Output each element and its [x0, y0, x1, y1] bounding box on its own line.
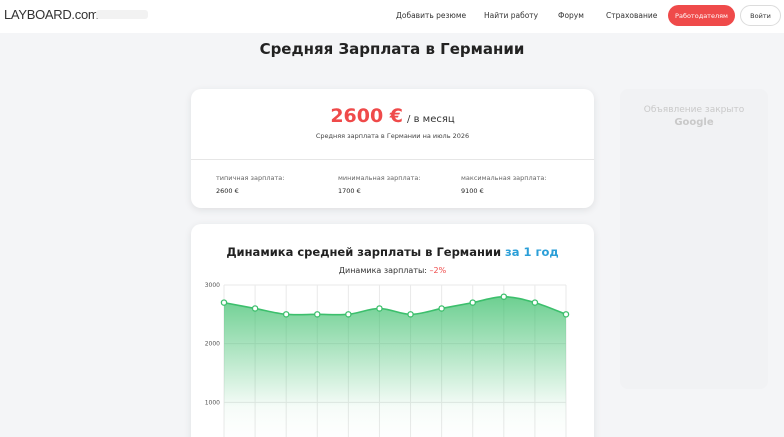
stat-maximum: максимальная зарплата: 9100 €: [461, 174, 547, 195]
data-point[interactable]: [220, 299, 228, 306]
site-header: LAYBOARD.com Добавить резюме Найти работ…: [0, 0, 784, 33]
stat-minimum: минимальная зарплата: 1700 €: [338, 174, 421, 195]
y-tick-label: 1000: [205, 399, 220, 406]
data-point[interactable]: [531, 299, 539, 306]
salary-card: 2600 € / в месяц Средняя зарплата в Герма…: [191, 89, 594, 208]
stat-typical-value: 2600 €: [216, 187, 239, 195]
nav-insurance[interactable]: Страхование: [606, 11, 657, 20]
data-point[interactable]: [438, 305, 445, 312]
data-point[interactable]: [345, 311, 352, 318]
salary-dynamics-card: Динамика средней зарплаты в Германии за 1…: [191, 224, 594, 437]
salary-amount-row: 2600 € / в месяц: [191, 105, 594, 127]
salary-divider: [191, 159, 594, 160]
ad-google-logo: Google: [674, 117, 714, 128]
y-tick-label: 3000: [205, 282, 220, 289]
chart-area: [224, 296, 566, 437]
stat-typical: типичная зарплата: 2600 €: [216, 174, 284, 195]
data-point[interactable]: [562, 311, 570, 318]
data-point[interactable]: [376, 305, 383, 312]
site-logo[interactable]: LAYBOARD.com: [4, 7, 99, 22]
y-tick-label: 2000: [205, 341, 220, 348]
stat-minimum-label: минимальная зарплата:: [338, 174, 421, 182]
nav-add-resume[interactable]: Добавить резюме: [396, 11, 466, 20]
stat-minimum-value: 1700 €: [338, 187, 361, 195]
nav-forum[interactable]: Форум: [558, 11, 584, 20]
page-title: Средняя Зарплата в Германии: [259, 40, 525, 58]
data-point[interactable]: [469, 299, 476, 306]
data-point[interactable]: [251, 305, 259, 312]
nav-find-job[interactable]: Найти работу: [484, 11, 538, 20]
data-point[interactable]: [500, 293, 508, 300]
employers-button[interactable]: Работодателям: [668, 5, 735, 26]
login-button[interactable]: Войти: [740, 5, 781, 26]
stat-maximum-label: максимальная зарплата:: [461, 174, 547, 182]
stat-maximum-value: 9100 €: [461, 187, 484, 195]
data-point[interactable]: [314, 311, 321, 318]
salary-amount: 2600 €: [330, 105, 404, 127]
data-point[interactable]: [407, 311, 414, 318]
salary-chart: 3000 2000 1000: [205, 282, 570, 437]
logo-tagline-placeholder: [96, 10, 148, 19]
data-point[interactable]: [282, 311, 290, 318]
ad-placeholder: Объявление закрыто Google: [620, 89, 768, 389]
salary-period: / в месяц: [407, 114, 455, 125]
salary-subtitle: Средняя зарплата в Германии на июль 2026: [315, 132, 470, 140]
ad-closed-text: Объявление закрыто: [643, 105, 745, 115]
stat-typical-label: типичная зарплата:: [216, 174, 285, 182]
